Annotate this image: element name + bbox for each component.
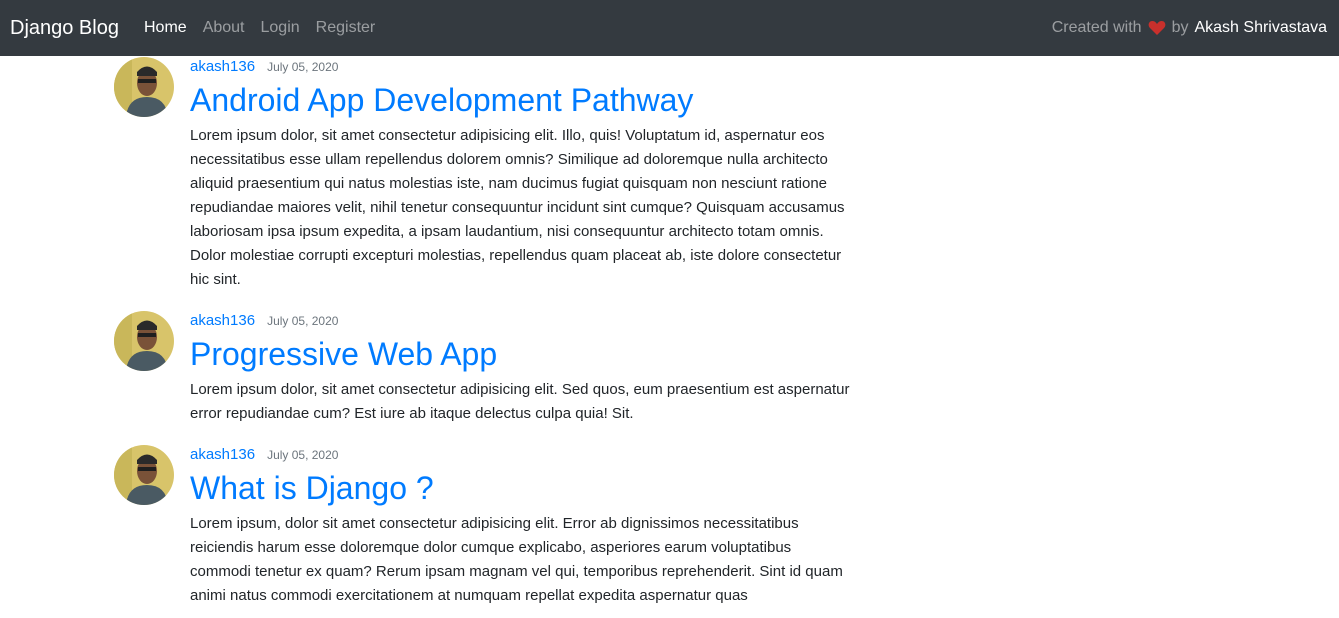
post-content: Lorem ipsum, dolor sit amet consectetur … (190, 515, 843, 604)
post-content: Lorem ipsum dolor, sit amet consectetur … (190, 127, 845, 288)
post-author-link[interactable]: akash136 (190, 446, 255, 463)
post-meta: akash136 July 05, 2020 (190, 312, 850, 334)
nav-home-link[interactable]: Home (144, 17, 187, 39)
nav-links: Home About Login Register (144, 17, 375, 39)
author-avatar (114, 445, 174, 505)
brand-link[interactable]: Django Blog (10, 15, 119, 41)
credit-text: Created with by Akash Shrivastava (1052, 17, 1327, 39)
post-title-link[interactable]: Android App Development Pathway (190, 80, 850, 120)
post-body: akash136 July 05, 2020 What is Django ? … (190, 445, 850, 608)
post-title-link[interactable]: What is Django ? (190, 468, 850, 508)
nav-register-link[interactable]: Register (316, 17, 376, 39)
top-navbar: Django Blog Home About Login Register Cr… (0, 0, 1339, 56)
post-author-link[interactable]: akash136 (190, 58, 255, 75)
post-author-link[interactable]: akash136 (190, 312, 255, 329)
post-date: July 05, 2020 (267, 60, 339, 74)
post-date: July 05, 2020 (267, 448, 339, 462)
nav-login-link[interactable]: Login (261, 17, 300, 39)
post-content: Lorem ipsum dolor, sit amet consectetur … (190, 381, 850, 422)
post-body: akash136 July 05, 2020 Progressive Web A… (190, 311, 850, 426)
post-meta: akash136 July 05, 2020 (190, 58, 850, 80)
post-body: akash136 July 05, 2020 Android App Devel… (190, 57, 850, 292)
post-date: July 05, 2020 (267, 314, 339, 328)
author-avatar (114, 57, 174, 117)
post-title-link[interactable]: Progressive Web App (190, 334, 850, 374)
author-avatar (114, 311, 174, 371)
nav-about-link[interactable]: About (203, 17, 245, 39)
credit-by: by (1171, 19, 1189, 36)
credit-author: Akash Shrivastava (1194, 19, 1327, 36)
heart-icon (1148, 20, 1166, 36)
credit-prefix: Created with (1051, 19, 1142, 36)
post-meta: akash136 July 05, 2020 (190, 446, 850, 468)
